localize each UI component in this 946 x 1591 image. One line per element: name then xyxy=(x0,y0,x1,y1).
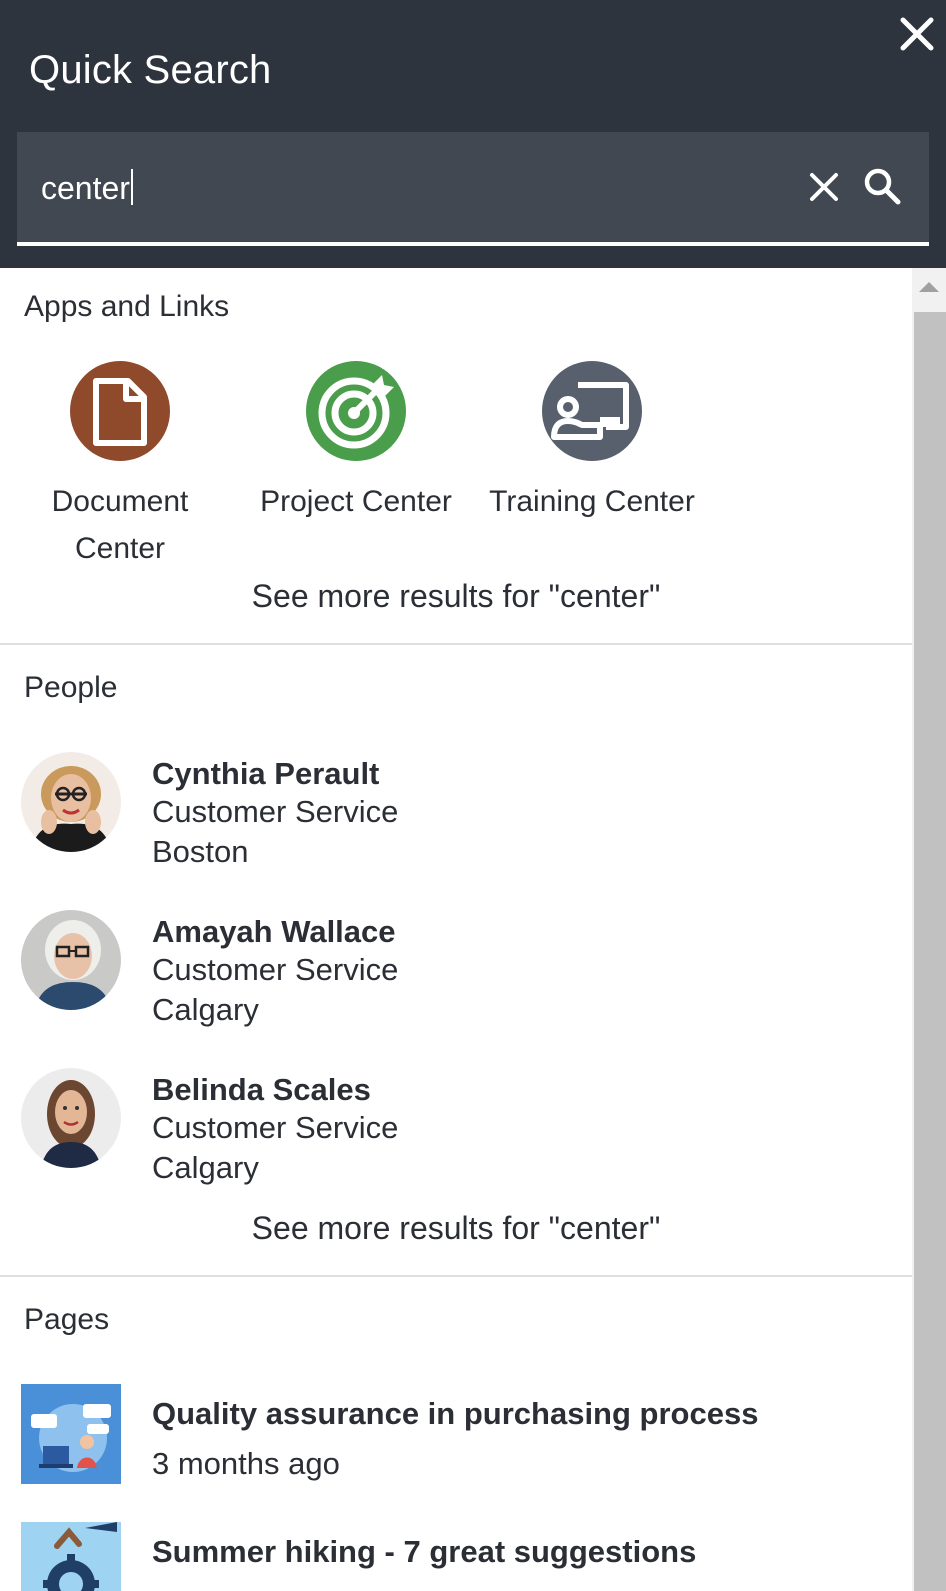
page-item-summer-hiking[interactable]: Summer hiking - 7 great suggestions xyxy=(21,1522,881,1591)
close-icon xyxy=(900,17,934,51)
person-name: Amayah Wallace xyxy=(152,914,396,949)
clear-icon xyxy=(810,173,838,201)
search-field[interactable]: center xyxy=(17,132,929,246)
search-results: Apps and Links Document Center Project C… xyxy=(0,268,912,1591)
scroll-up-button[interactable] xyxy=(912,268,946,310)
clear-search-button[interactable] xyxy=(807,170,841,204)
document-icon xyxy=(70,361,170,461)
search-input[interactable]: center xyxy=(41,168,133,208)
person-item-belinda-scales[interactable]: Belinda Scales Customer Service Calgary xyxy=(21,1068,881,1198)
presentation-icon xyxy=(542,361,642,461)
app-label: Project Center xyxy=(260,485,452,518)
see-more-people-link[interactable]: See more results for "center" xyxy=(0,1210,912,1247)
app-project-center[interactable]: Project Center xyxy=(236,361,476,525)
app-label-line2: Center xyxy=(74,532,166,565)
page-thumbnail xyxy=(21,1522,121,1591)
page-title-text: Quality assurance in purchasing process xyxy=(152,1396,759,1431)
avatar xyxy=(21,752,121,852)
person-department: Customer Service xyxy=(152,952,399,987)
pages-section-title: Pages xyxy=(24,1303,110,1336)
app-label-line1: Document xyxy=(51,485,189,518)
page-title-text: Summer hiking - 7 great suggestions xyxy=(152,1534,697,1569)
target-icon xyxy=(306,361,406,461)
people-section-title: People xyxy=(24,671,118,704)
section-divider xyxy=(0,1275,912,1277)
person-location: Boston xyxy=(152,834,249,869)
person-item-amayah-wallace[interactable]: Amayah Wallace Customer Service Calgary xyxy=(21,910,881,1040)
page-date: 3 months ago xyxy=(152,1446,340,1481)
see-more-apps-link[interactable]: See more results for "center" xyxy=(0,578,912,615)
person-name: Cynthia Perault xyxy=(152,756,380,791)
app-label: Training Center xyxy=(489,485,695,518)
section-divider xyxy=(0,643,912,645)
search-input-value: center xyxy=(41,170,130,206)
app-document-center[interactable]: Document Center xyxy=(0,361,240,572)
avatar xyxy=(21,910,121,1010)
person-department: Customer Service xyxy=(152,1110,399,1145)
text-caret xyxy=(130,169,133,205)
quick-search-header: Quick Search center xyxy=(0,0,946,268)
apps-section-title: Apps and Links xyxy=(24,290,230,323)
page-item-quality-assurance[interactable]: Quality assurance in purchasing process … xyxy=(21,1384,881,1494)
app-label: Document Center xyxy=(0,478,240,572)
search-icon xyxy=(864,168,901,205)
search-button[interactable] xyxy=(862,166,902,206)
page-title: Quick Search xyxy=(29,48,272,92)
arrow-up-icon xyxy=(919,282,939,292)
person-name: Belinda Scales xyxy=(152,1072,371,1107)
person-item-cynthia-perault[interactable]: Cynthia Perault Customer Service Boston xyxy=(21,752,881,882)
app-training-center[interactable]: Training Center xyxy=(472,361,712,525)
avatar xyxy=(21,1068,121,1168)
person-department: Customer Service xyxy=(152,794,399,829)
close-button[interactable] xyxy=(897,14,937,54)
person-location: Calgary xyxy=(152,1150,259,1185)
person-location: Calgary xyxy=(152,992,259,1027)
scrollbar-thumb[interactable] xyxy=(914,312,946,1591)
page-thumbnail xyxy=(21,1384,121,1484)
